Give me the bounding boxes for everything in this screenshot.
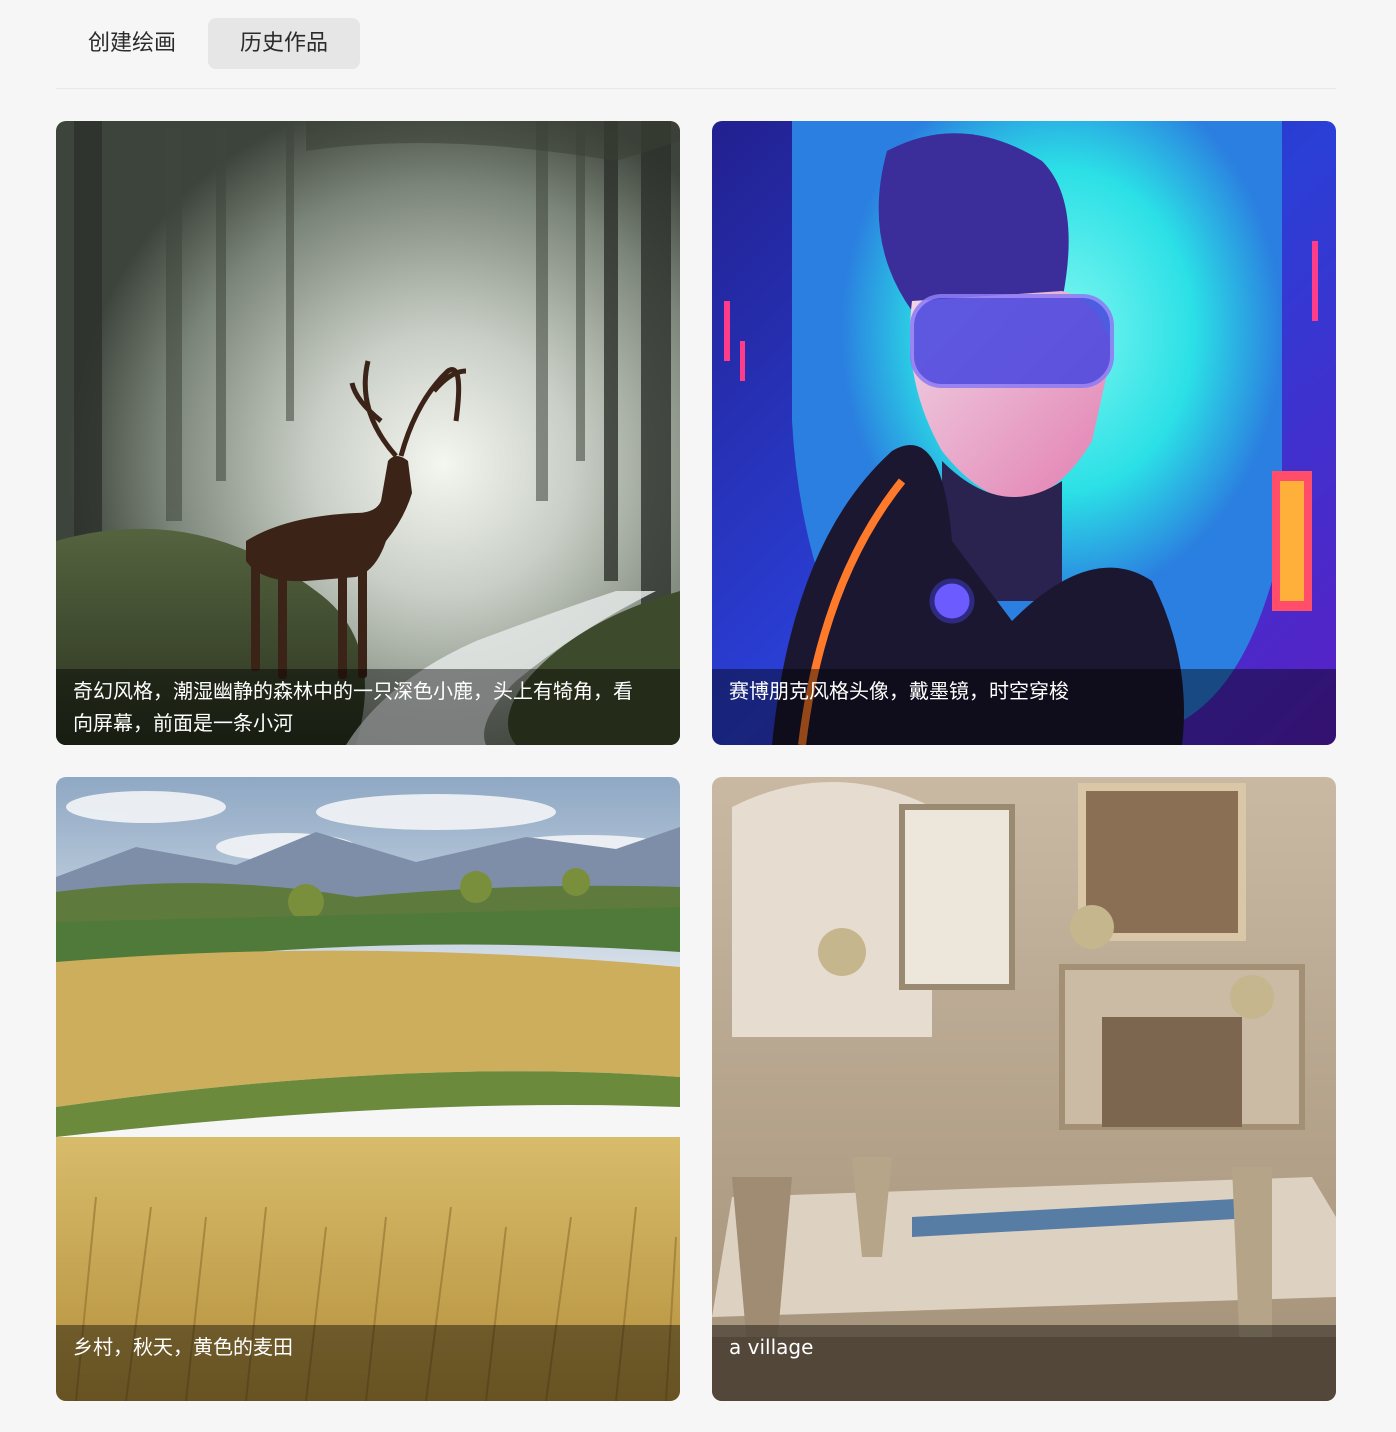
- artwork-image-forest-deer: [56, 121, 680, 745]
- artwork-grid: 奇幻风格，潮湿幽静的森林中的一只深色小鹿，头上有犄角，看向屏幕，前面是一条小河: [56, 121, 1336, 1401]
- artwork-caption: 赛博朋克风格头像，戴墨镜，时空穿梭: [712, 669, 1336, 745]
- artwork-card[interactable]: 奇幻风格，潮湿幽静的森林中的一只深色小鹿，头上有犄角，看向屏幕，前面是一条小河: [56, 121, 680, 745]
- artwork-image-wheat-field: [56, 777, 680, 1401]
- artwork-image-dining-room: [712, 777, 1336, 1401]
- artwork-caption: 奇幻风格，潮湿幽静的森林中的一只深色小鹿，头上有犄角，看向屏幕，前面是一条小河: [56, 669, 680, 745]
- artwork-image-cyberpunk-portrait: [712, 121, 1336, 745]
- history-gallery-page: 创建绘画 历史作品 奇幻风格，潮湿幽静的森林中的一只深色小鹿，头上有犄角，看向屏…: [0, 0, 1396, 1432]
- artwork-card[interactable]: 赛博朋克风格头像，戴墨镜，时空穿梭: [712, 121, 1336, 745]
- artwork-caption: a village: [712, 1325, 1336, 1401]
- tab-bar: 创建绘画 历史作品: [56, 18, 361, 69]
- tab-history-works[interactable]: 历史作品: [208, 18, 361, 69]
- artwork-card[interactable]: 乡村，秋天，黄色的麦田: [56, 777, 680, 1401]
- artwork-card[interactable]: a village: [712, 777, 1336, 1401]
- artwork-caption: 乡村，秋天，黄色的麦田: [56, 1325, 680, 1401]
- tab-create-painting[interactable]: 创建绘画: [56, 18, 208, 69]
- divider: [56, 88, 1336, 89]
